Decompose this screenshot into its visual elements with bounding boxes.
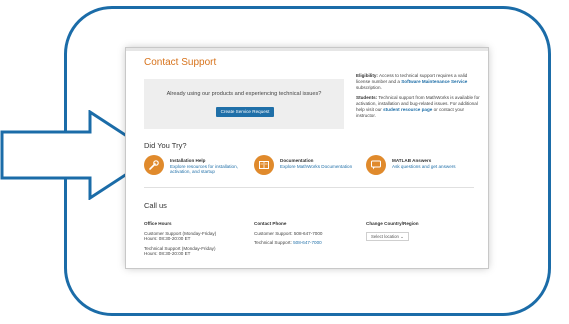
customer-hours-value: Hours: 08:30-20:00 ET	[144, 236, 191, 242]
installation-help-card[interactable]: Installation Help Explore resources for …	[144, 155, 254, 177]
location-select-value: Select location	[371, 233, 399, 239]
technical-phone-link[interactable]: 508-647-7000	[293, 240, 322, 245]
technical-hours-label: Technical Support (Monday-Friday)	[144, 245, 216, 251]
eligibility-info: Eligibility: Access to technical support…	[356, 73, 480, 124]
customer-phone-value: 508-647-7000	[293, 230, 323, 236]
card-link[interactable]: Explore MathWorks Documentation	[280, 164, 352, 170]
software-maintenance-link[interactable]: Software Maintenance Service	[401, 79, 467, 84]
eligibility-text-end: subscription.	[356, 84, 382, 90]
book-icon	[254, 155, 274, 175]
create-service-request-button[interactable]: Create Service Request	[216, 107, 274, 117]
matlab-answers-card[interactable]: MATLAB Answers Ask questions and get ans…	[366, 155, 476, 177]
chevron-down-icon: ⌄	[400, 233, 404, 239]
wrench-icon	[144, 155, 164, 175]
service-request-panel: Already using our products and experienc…	[144, 79, 344, 129]
customer-hours-label: Customer Support (Monday-Friday)	[144, 230, 217, 236]
support-page-screenshot: Contact Support Already using our produc…	[126, 48, 488, 268]
office-hours-column: Office Hours Customer Support (Monday-Fr…	[144, 221, 244, 261]
card-link[interactable]: Ask questions and get answers	[392, 164, 456, 170]
section-divider	[144, 187, 474, 188]
country-region-column: Change Country/Region Select location ⌄	[366, 221, 466, 242]
page-title: Contact Support	[144, 57, 217, 68]
office-hours-heading: Office Hours	[144, 221, 172, 226]
country-region-heading: Change Country/Region	[366, 221, 419, 226]
technical-hours-value: Hours: 08:30-20:00 ET	[144, 251, 191, 257]
student-resource-link[interactable]: student resource page	[383, 107, 432, 112]
chat-icon	[366, 155, 386, 175]
students-label: Students:	[356, 95, 378, 101]
call-us-heading: Call us	[144, 201, 167, 210]
page-content: Contact Support Already using our produc…	[130, 51, 484, 268]
technical-phone-label: Technical Support:	[254, 240, 292, 246]
location-select[interactable]: Select location ⌄	[366, 231, 409, 242]
did-you-try-heading: Did You Try?	[144, 141, 187, 150]
customer-phone-label: Customer Support:	[254, 230, 293, 236]
contact-phone-column: Contact Phone Customer Support: 508-647-…	[254, 221, 354, 250]
documentation-card[interactable]: Documentation Explore MathWorks Document…	[254, 155, 364, 177]
eligibility-label: Eligibility:	[356, 73, 378, 78]
promo-text: Already using our products and experienc…	[166, 91, 322, 97]
contact-phone-heading: Contact Phone	[254, 221, 287, 226]
card-link[interactable]: Explore resources for installation, acti…	[170, 164, 254, 175]
